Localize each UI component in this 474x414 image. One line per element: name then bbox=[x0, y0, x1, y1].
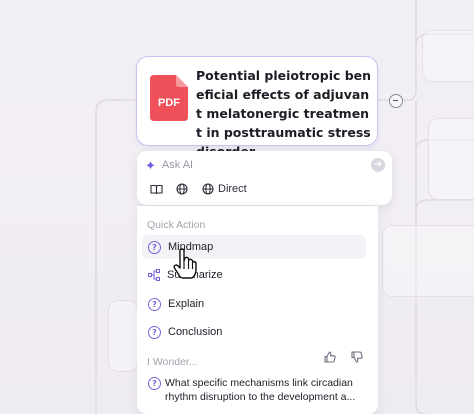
collapse-node-button[interactable] bbox=[389, 94, 403, 108]
background-node[interactable] bbox=[108, 300, 138, 372]
ask-ai-panel: ✦ Ask AI ➜ Direct bbox=[137, 151, 392, 205]
question-icon: ? bbox=[148, 240, 161, 254]
pdf-node-title: Potential pleiotropic beneficial effects… bbox=[196, 68, 372, 159]
menu-item-label: Conclusion bbox=[168, 326, 223, 338]
pdf-node-card[interactable]: PDF Potential pleiotropic beneficial eff… bbox=[136, 56, 378, 159]
book-icon bbox=[149, 184, 163, 194]
pdf-file-icon: PDF bbox=[150, 75, 188, 121]
i-wonder-heading: I Wonder... bbox=[147, 356, 198, 368]
book-button[interactable] bbox=[145, 179, 167, 199]
globe-icon bbox=[202, 183, 214, 195]
connector-line-right-up bbox=[403, 0, 417, 101]
suggested-question-text: What specific mechanisms link circadian … bbox=[165, 377, 356, 403]
question-icon: ? bbox=[148, 377, 161, 390]
thumbs-down-icon[interactable] bbox=[351, 351, 363, 363]
hand-pointer-cursor bbox=[173, 248, 197, 279]
background-node[interactable] bbox=[428, 118, 474, 200]
globe-icon bbox=[176, 183, 188, 195]
menu-item-conclusion[interactable]: ? Conclusion bbox=[142, 320, 366, 344]
sparkle-icon: ✦ bbox=[145, 157, 156, 173]
thumbs-up-icon[interactable] bbox=[324, 351, 336, 363]
question-icon: ? bbox=[148, 325, 161, 339]
ask-ai-input[interactable]: Ask AI bbox=[162, 159, 193, 171]
quick-action-heading: Quick Action bbox=[147, 219, 206, 231]
direct-mode-label: Direct bbox=[218, 183, 247, 195]
quick-action-menu: Quick Action ? Mindmap Summarize ? Expla… bbox=[137, 206, 378, 414]
menu-item-label: Explain bbox=[168, 298, 205, 310]
mindmap-icon bbox=[148, 269, 160, 281]
question-icon: ? bbox=[148, 297, 161, 311]
background-node[interactable] bbox=[382, 225, 474, 297]
background-node[interactable] bbox=[422, 30, 474, 82]
send-button[interactable]: ➜ bbox=[371, 158, 385, 172]
menu-item-explain[interactable]: ? Explain bbox=[142, 292, 366, 316]
pdf-badge-text: PDF bbox=[158, 97, 180, 109]
direct-mode-button[interactable]: Direct bbox=[197, 179, 252, 199]
web-search-button[interactable] bbox=[171, 179, 193, 199]
